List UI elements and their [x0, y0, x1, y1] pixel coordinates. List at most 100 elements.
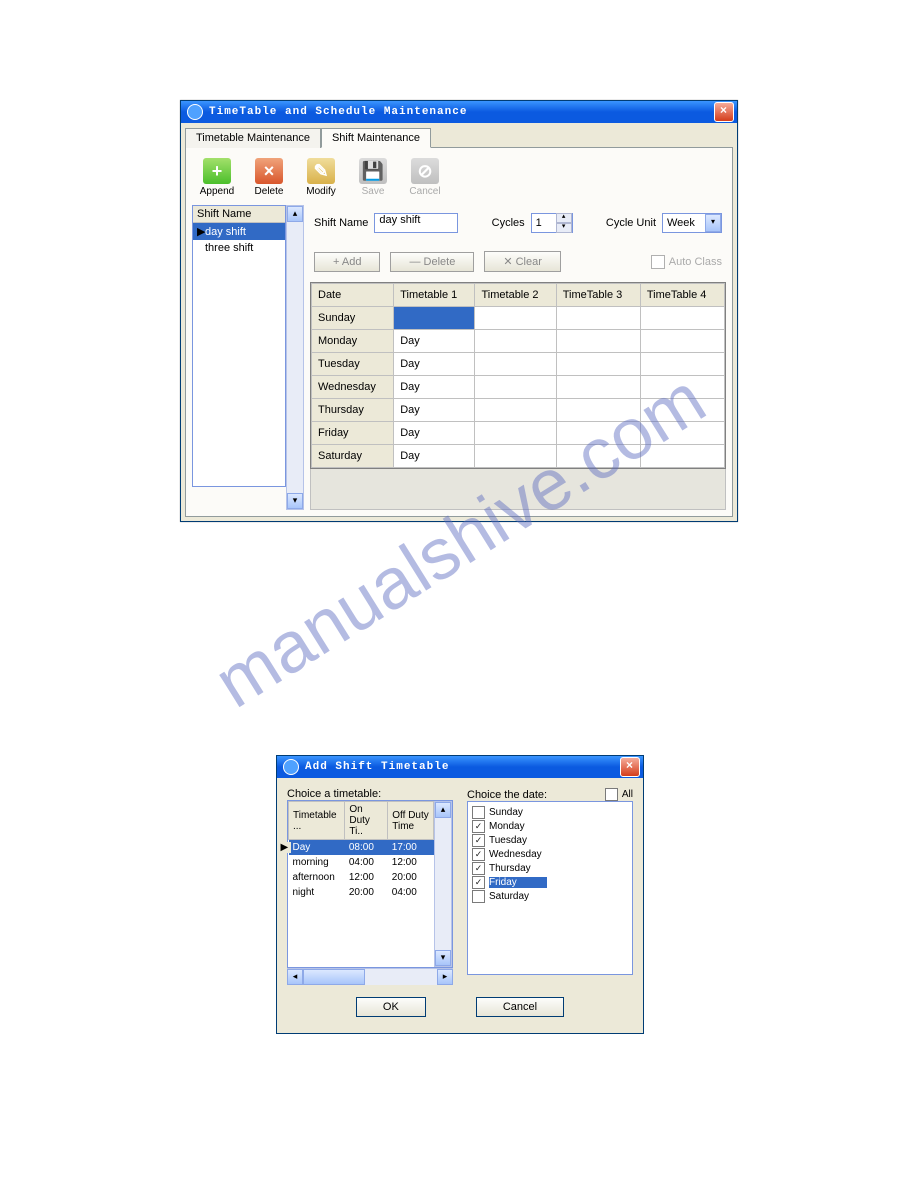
scroll-down-icon[interactable]: ▾ [435, 950, 451, 966]
grid-cell[interactable] [640, 399, 724, 422]
shift-name-input[interactable]: day shift [374, 213, 458, 233]
list-column-header[interactable]: On Duty Ti.. [345, 802, 388, 840]
scroll-thumb[interactable] [303, 969, 365, 985]
timetable-listview[interactable]: Timetable ...On Duty Ti..Off Duty Time D… [287, 800, 453, 968]
scroll-up-icon[interactable]: ▴ [287, 206, 303, 222]
day-check-item[interactable]: Saturday [472, 889, 628, 903]
checkbox-icon[interactable]: ✓ [472, 834, 485, 847]
grid-column-header[interactable]: TimeTable 4 [640, 284, 724, 307]
scroll-left-icon[interactable]: ◂ [287, 969, 303, 985]
day-checklist[interactable]: Sunday✓Monday✓Tuesday✓Wednesday✓Thursday… [467, 801, 633, 975]
grid-cell[interactable] [475, 330, 556, 353]
scroll-track[interactable] [435, 818, 451, 950]
tab-timetable-maintenance[interactable]: Timetable Maintenance [185, 128, 321, 148]
table-row[interactable]: TuesdayDay [312, 353, 725, 376]
checkbox-icon[interactable]: ✓ [472, 862, 485, 875]
cancel-button[interactable]: Cancel [476, 997, 564, 1017]
spin-up-icon[interactable]: ▴ [556, 213, 572, 223]
grid-cell[interactable] [475, 422, 556, 445]
table-row[interactable]: Sunday [312, 307, 725, 330]
scroll-right-icon[interactable]: ▸ [437, 969, 453, 985]
grid-cell[interactable] [556, 422, 640, 445]
checkbox-icon[interactable]: ✓ [472, 820, 485, 833]
grid-cell[interactable]: Day [394, 422, 475, 445]
scroll-down-icon[interactable]: ▾ [287, 493, 303, 509]
grid-cell[interactable] [640, 422, 724, 445]
grid-date-cell[interactable]: Tuesday [312, 353, 394, 376]
list-item[interactable]: morning04:0012:00 [289, 855, 434, 870]
grid-cell[interactable]: Day [394, 330, 475, 353]
grid-cell[interactable] [640, 353, 724, 376]
table-row[interactable]: ThursdayDay [312, 399, 725, 422]
day-check-item[interactable]: ✓Monday [472, 819, 628, 833]
grid-cell[interactable] [640, 445, 724, 468]
checkbox-icon[interactable]: ✓ [472, 876, 485, 889]
grid-date-cell[interactable]: Thursday [312, 399, 394, 422]
titlebar[interactable]: TimeTable and Schedule Maintenance × [181, 101, 737, 123]
grid-cell[interactable] [640, 330, 724, 353]
checkbox-icon[interactable]: ✓ [472, 848, 485, 861]
checkbox-icon[interactable] [472, 890, 485, 903]
list-item[interactable]: night20:0004:00 [289, 885, 434, 900]
grid-cell[interactable] [556, 307, 640, 330]
grid-cell[interactable]: Day [394, 353, 475, 376]
grid-date-cell[interactable]: Saturday [312, 445, 394, 468]
grid-column-header[interactable]: TimeTable 3 [556, 284, 640, 307]
grid-date-cell[interactable]: Sunday [312, 307, 394, 330]
grid-column-header[interactable]: Timetable 1 [394, 284, 475, 307]
delete-button[interactable]: × Delete [248, 158, 290, 197]
grid-date-cell[interactable]: Monday [312, 330, 394, 353]
day-check-item[interactable]: ✓Thursday [472, 861, 628, 875]
day-check-item[interactable]: ✓Friday [472, 875, 628, 889]
horizontal-scrollbar[interactable]: ◂ ▸ [287, 968, 453, 985]
day-check-item[interactable]: ✓Wednesday [472, 847, 628, 861]
grid-cell[interactable] [556, 399, 640, 422]
grid-cell[interactable] [475, 353, 556, 376]
close-button[interactable]: × [620, 757, 640, 777]
spin-down-icon[interactable]: ▾ [556, 223, 572, 233]
all-checkbox[interactable]: All [605, 788, 633, 801]
vertical-scrollbar[interactable]: ▴ ▾ [434, 801, 452, 967]
table-row[interactable]: MondayDay [312, 330, 725, 353]
grid-cell[interactable] [556, 353, 640, 376]
grid-cell[interactable] [475, 399, 556, 422]
grid-cell[interactable] [556, 445, 640, 468]
timetable-grid[interactable]: DateTimetable 1Timetable 2TimeTable 3Tim… [310, 282, 726, 469]
grid-cell[interactable] [556, 330, 640, 353]
vertical-scrollbar[interactable]: ▴ ▾ [286, 205, 304, 510]
tab-shift-maintenance[interactable]: Shift Maintenance [321, 128, 431, 148]
scroll-up-icon[interactable]: ▴ [435, 802, 451, 818]
grid-cell[interactable] [475, 307, 556, 330]
grid-cell[interactable]: Day [394, 376, 475, 399]
table-row[interactable]: FridayDay [312, 422, 725, 445]
grid-date-cell[interactable]: Wednesday [312, 376, 394, 399]
list-item[interactable]: Day08:0017:00 [289, 840, 434, 856]
day-check-item[interactable]: Sunday [472, 805, 628, 819]
grid-cell[interactable]: Day [394, 445, 475, 468]
grid-cell[interactable]: Day [394, 399, 475, 422]
grid-cell[interactable] [475, 376, 556, 399]
grid-cell[interactable] [394, 307, 475, 330]
list-column-header[interactable]: Timetable ... [289, 802, 345, 840]
grid-cell[interactable] [475, 445, 556, 468]
titlebar[interactable]: Add Shift Timetable × [277, 756, 643, 778]
append-button[interactable]: + Append [196, 158, 238, 197]
table-row[interactable]: WednesdayDay [312, 376, 725, 399]
table-row[interactable]: SaturdayDay [312, 445, 725, 468]
grid-column-header[interactable]: Date [312, 284, 394, 307]
shift-name-list[interactable]: Shift Name ▶day shiftthree shift [192, 205, 286, 487]
cycles-spinner[interactable]: 1 ▴▾ [531, 213, 573, 233]
close-button[interactable]: × [714, 102, 734, 122]
grid-column-header[interactable]: Timetable 2 [475, 284, 556, 307]
shift-list-item[interactable]: ▶day shift [193, 223, 285, 240]
grid-cell[interactable] [556, 376, 640, 399]
grid-cell[interactable] [640, 307, 724, 330]
grid-cell[interactable] [640, 376, 724, 399]
chevron-down-icon[interactable]: ▾ [705, 214, 721, 232]
grid-date-cell[interactable]: Friday [312, 422, 394, 445]
modify-button[interactable]: ✎ Modify [300, 158, 342, 197]
day-check-item[interactable]: ✓Tuesday [472, 833, 628, 847]
cycle-unit-combo[interactable]: Week ▾ [662, 213, 722, 233]
scroll-track[interactable] [287, 222, 303, 493]
checkbox-icon[interactable] [472, 806, 485, 819]
